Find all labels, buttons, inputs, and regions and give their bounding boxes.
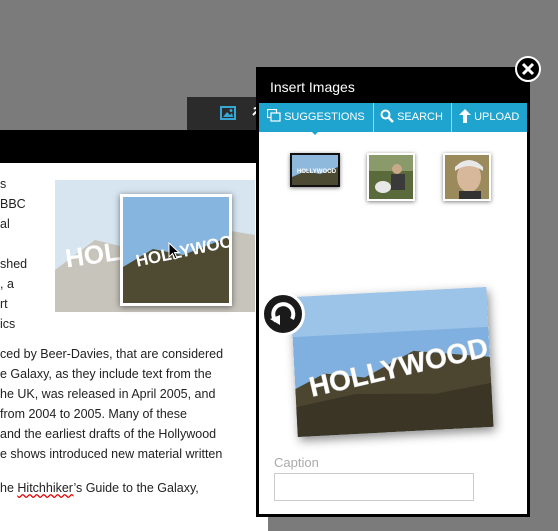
text-line: rt	[0, 297, 8, 311]
text-line: shed	[0, 257, 28, 271]
text-line: BBC	[0, 197, 26, 211]
text-line: s	[0, 177, 7, 191]
dialog-title: Insert Images	[270, 79, 355, 95]
tab-search[interactable]: SEARCH	[380, 103, 443, 132]
thumbnail-hollywood[interactable]: HOLLYWOOD	[290, 153, 340, 187]
close-icon	[521, 62, 535, 76]
editor-header-bar	[0, 130, 268, 163]
active-tab-pointer	[307, 127, 323, 135]
search-icon	[380, 109, 394, 123]
tab-label: UPLOAD	[474, 111, 520, 123]
tab-upload[interactable]: UPLOAD	[459, 103, 519, 132]
text-line: and the earliest drafts of the Hollywood	[0, 427, 217, 441]
tab-divider	[373, 103, 374, 132]
text-fragment: ’s Guide to the Galaxy,	[73, 481, 199, 495]
rotate-button[interactable]	[261, 292, 305, 336]
text-line: e shows introduced new material written	[0, 447, 223, 461]
misspelled-word[interactable]: Hitchhiker	[17, 481, 73, 495]
caption-input[interactable]	[274, 473, 474, 501]
tab-divider	[451, 103, 452, 132]
text-line: he UK, was released in April 2005, and	[0, 387, 216, 401]
text-line: from 2004 to 2005. Many of these	[0, 407, 187, 421]
insert-image-icon[interactable]	[220, 105, 236, 121]
text-line: , a	[0, 277, 14, 291]
text-line-last: he Hitchhiker’s Guide to the Galaxy,	[0, 478, 199, 498]
caption-label: Caption	[274, 455, 319, 470]
dialog-tabs: SUGGESTIONS SEARCH UPLOAD	[259, 103, 527, 132]
dialog-title-bar: Insert Images	[259, 70, 527, 103]
insert-images-dialog: Insert Images SUGGESTIONS SEARCH UPLOAD	[256, 67, 530, 517]
editor-page: HOLLYWOOD HOLLYWOOD s BBC al shed , a rt…	[0, 130, 268, 531]
upload-arrow-icon	[459, 109, 471, 123]
close-button[interactable]	[515, 56, 541, 82]
text-line: ced by Beer-Davies, that are considered	[0, 347, 224, 361]
thumbnail-sign-text: HOLLYWOOD	[297, 169, 337, 175]
mouse-cursor-icon	[168, 242, 180, 260]
tab-label: SUGGESTIONS	[284, 111, 365, 123]
text-line: e Galaxy, as they include text from the	[0, 367, 212, 381]
image-preview: HOLLYWOOD	[290, 286, 494, 438]
rotate-icon	[270, 302, 296, 325]
thumbnail-person-dog[interactable]	[367, 153, 415, 201]
thumbnail-portrait[interactable]	[443, 153, 491, 201]
text-line: al	[0, 217, 10, 231]
text-line: ics	[0, 317, 16, 331]
tab-label: SEARCH	[397, 111, 443, 123]
images-icon	[266, 108, 281, 122]
text-fragment: he	[0, 481, 18, 495]
